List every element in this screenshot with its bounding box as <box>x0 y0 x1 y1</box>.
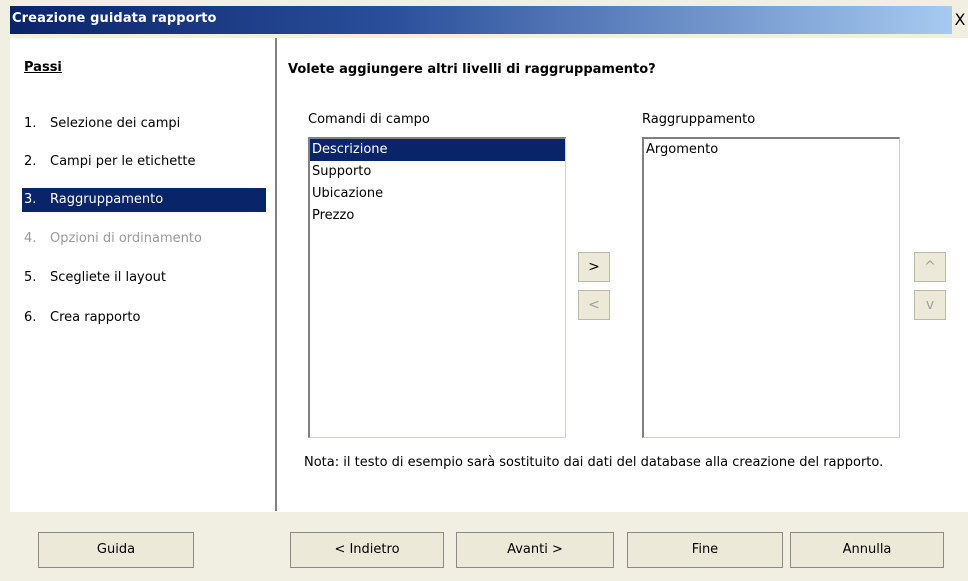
step-number: 1. <box>24 116 37 131</box>
step-field-selection[interactable]: 1. Selezione dei campi <box>22 112 266 136</box>
step-label: Selezione dei campi <box>50 116 181 131</box>
step-label: Crea rapporto <box>50 310 141 325</box>
list-item[interactable]: Descrizione <box>310 139 565 161</box>
step-grouping[interactable]: 3. Raggruppamento <box>22 188 266 212</box>
remove-field-button[interactable]: < <box>578 290 610 320</box>
step-sort-options: 4. Opzioni di ordinamento <box>22 227 266 251</box>
cancel-button[interactable]: Annulla <box>790 532 944 568</box>
fields-listbox[interactable]: Descrizione Supporto Ubicazione Prezzo <box>308 137 566 438</box>
step-number: 4. <box>24 231 37 246</box>
bottom-separator <box>10 511 968 512</box>
finish-button[interactable]: Fine <box>627 532 783 568</box>
grouping-list-label: Raggruppamento <box>642 112 756 127</box>
step-label-fields[interactable]: 2. Campi per le etichette <box>22 150 266 174</box>
step-number: 2. <box>24 154 37 169</box>
step-choose-layout[interactable]: 5. Scegliete il layout <box>22 266 266 290</box>
fields-list-label: Comandi di campo <box>308 112 430 127</box>
page-question: Volete aggiungere altri livelli di raggr… <box>288 62 656 77</box>
add-field-button[interactable]: > <box>578 252 610 282</box>
note-text: Nota: il testo di esempio sarà sostituit… <box>304 455 884 470</box>
title-bar: Creazione guidata rapporto <box>10 6 952 34</box>
step-create-report[interactable]: 6. Crea rapporto <box>22 306 266 330</box>
list-item[interactable]: Supporto <box>310 161 565 183</box>
move-down-button[interactable]: v <box>914 290 946 320</box>
step-number: 6. <box>24 310 37 325</box>
step-label: Campi per le etichette <box>50 154 196 169</box>
list-item[interactable]: Prezzo <box>310 205 565 227</box>
step-label: Raggruppamento <box>50 192 164 207</box>
list-item[interactable]: Ubicazione <box>310 183 565 205</box>
list-item[interactable]: Argomento <box>644 139 899 161</box>
report-wizard-dialog: Creazione guidata rapporto X Passi 1. Sel… <box>0 0 968 581</box>
close-button[interactable]: X <box>952 10 968 30</box>
next-button[interactable]: Avanti > <box>456 532 614 568</box>
step-number: 3. <box>24 192 37 207</box>
step-number: 5. <box>24 270 37 285</box>
steps-title: Passi <box>24 60 62 75</box>
steps-panel: Passi 1. Selezione dei campi 2. Campi per … <box>10 38 275 511</box>
move-up-button[interactable]: ^ <box>914 252 946 282</box>
grouping-listbox[interactable]: Argomento <box>642 137 900 438</box>
help-button[interactable]: Guida <box>38 532 194 568</box>
main-panel: Volete aggiungere altri livelli di raggr… <box>278 38 968 511</box>
window-title: Creazione guidata rapporto <box>12 11 217 26</box>
step-label: Opzioni di ordinamento <box>50 231 202 246</box>
step-label: Scegliete il layout <box>50 270 167 285</box>
back-button[interactable]: < Indietro <box>290 532 444 568</box>
